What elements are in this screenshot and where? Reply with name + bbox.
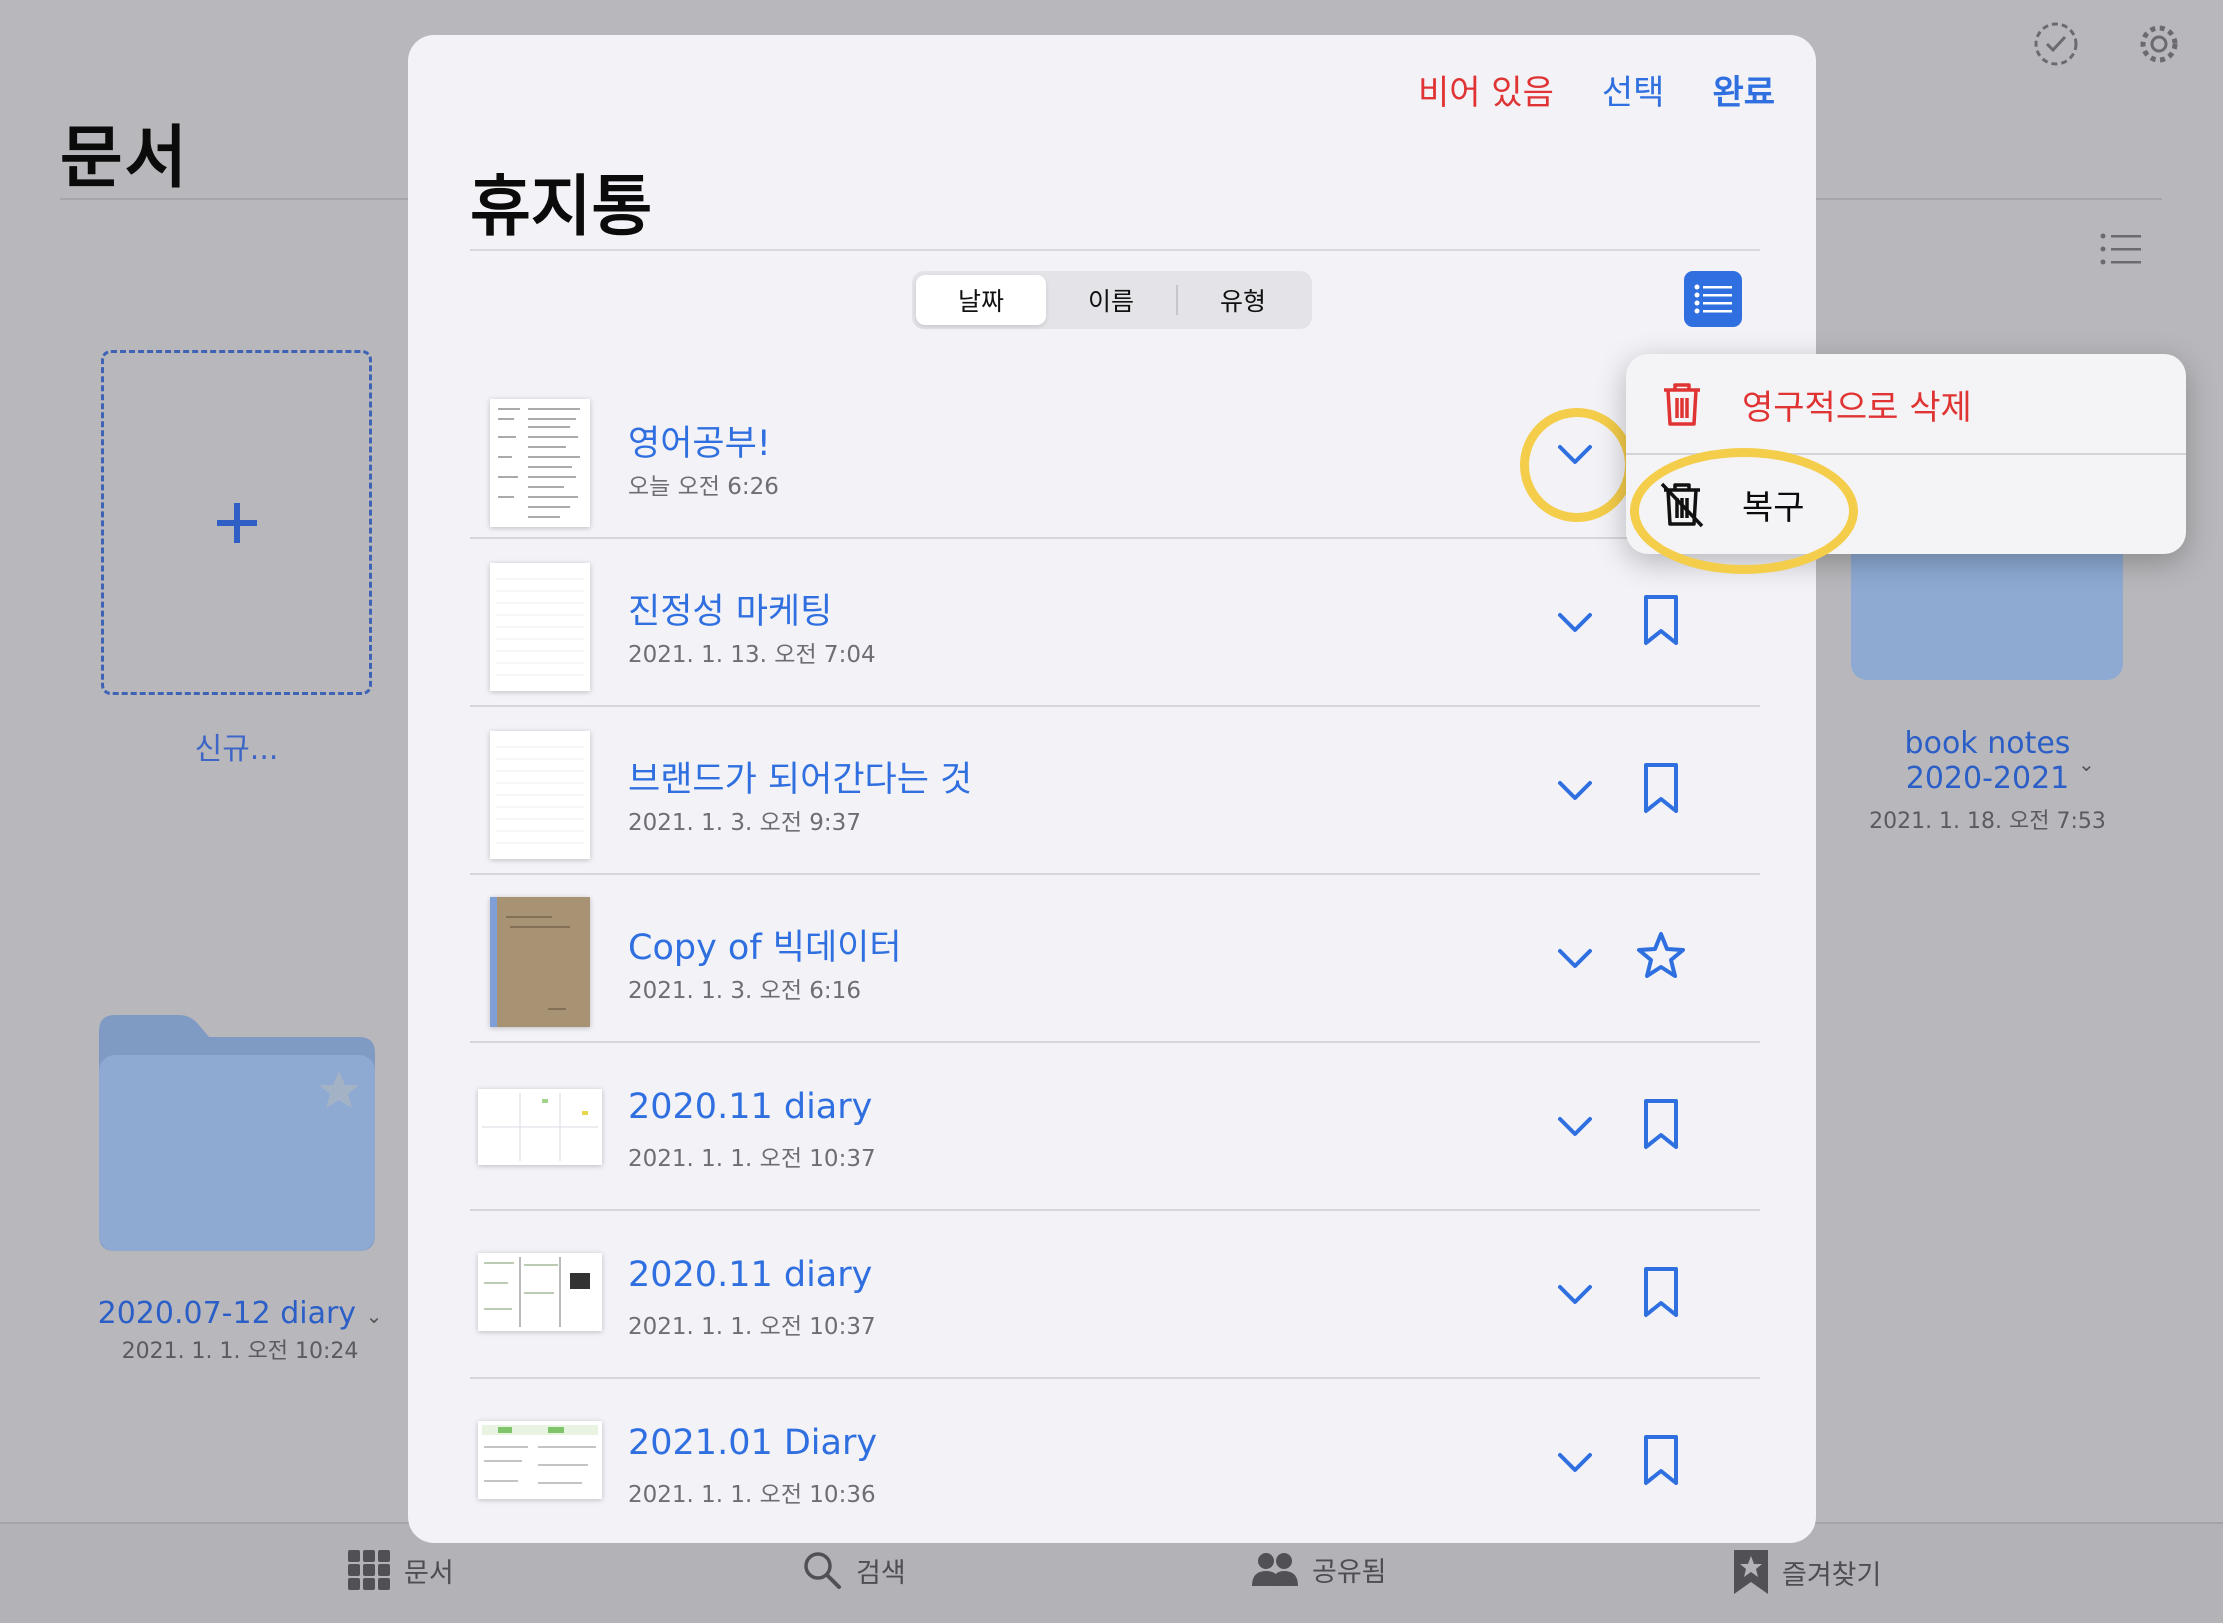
empty-trash-button[interactable]: 비어 있음 bbox=[1418, 65, 1554, 114]
bookmark-star-icon bbox=[1734, 1550, 1768, 1594]
document-title: 진정성 마케팅 bbox=[628, 592, 833, 632]
modal-actions: 비어 있음 선택 완료 bbox=[1418, 65, 1775, 114]
delete-permanently-menu-item[interactable]: 영구적으로 삭제 bbox=[1626, 354, 2186, 454]
document-thumbnail bbox=[490, 563, 590, 691]
document-title: Copy of 빅데이터 bbox=[628, 928, 902, 968]
document-thumbnail bbox=[490, 399, 590, 527]
grid-icon bbox=[348, 1550, 390, 1590]
document-date: 2021. 1. 1. 오전 10:37 bbox=[628, 1314, 876, 1340]
select-check-icon[interactable] bbox=[2032, 20, 2080, 68]
document-date: 2021. 1. 1. 오전 10:36 bbox=[628, 1482, 876, 1508]
document-title: 영어공부! bbox=[628, 424, 771, 464]
document-title: 2020.11 diary bbox=[628, 1087, 873, 1127]
list-item[interactable]: Copy of 빅데이터 2021. 1. 3. 오전 6:16 bbox=[470, 875, 1760, 1043]
page-title: 휴지통 bbox=[470, 168, 653, 245]
highlight-ellipse bbox=[1630, 448, 1858, 574]
document-date: 오늘 오전 6:26 bbox=[628, 474, 779, 500]
chevron-down-icon[interactable] bbox=[1550, 1437, 1600, 1487]
view-list-icon[interactable] bbox=[2100, 232, 2142, 266]
tab-documents[interactable]: 문서 bbox=[348, 1550, 454, 1590]
list-item[interactable]: 2020.11 diary 2021. 1. 1. 오전 10:37 bbox=[470, 1211, 1760, 1379]
list-item[interactable]: 2021.01 Diary 2021. 1. 1. 오전 10:36 bbox=[470, 1379, 1760, 1543]
tab-search[interactable]: 검색 bbox=[802, 1550, 906, 1590]
folder-date: 2021. 1. 1. 오전 10:24 bbox=[121, 1339, 359, 1364]
document-date: 2021. 1. 3. 오전 9:37 bbox=[628, 810, 861, 836]
document-thumbnail bbox=[478, 1421, 602, 1499]
chevron-down-icon[interactable] bbox=[1550, 1101, 1600, 1151]
highlight-circle bbox=[1520, 408, 1634, 522]
document-thumbnail bbox=[490, 731, 590, 859]
folder-icon[interactable] bbox=[99, 1015, 375, 1251]
document-thumbnail bbox=[478, 1253, 602, 1331]
sort-segmented-control: 날짜 이름 유형 bbox=[912, 271, 1312, 329]
document-date: 2021. 1. 1. 오전 10:37 bbox=[628, 1146, 876, 1172]
document-date: 2021. 1. 3. 오전 6:16 bbox=[628, 978, 861, 1004]
done-button[interactable]: 완료 bbox=[1712, 65, 1775, 114]
chevron-down-icon[interactable] bbox=[1550, 1269, 1600, 1319]
chevron-down-icon[interactable] bbox=[1550, 933, 1600, 983]
chevron-down-icon[interactable] bbox=[1550, 765, 1600, 815]
tab-shared[interactable]: 공유됨 bbox=[1252, 1550, 1387, 1589]
select-button[interactable]: 선택 bbox=[1602, 65, 1665, 114]
chevron-down-icon[interactable]: ⌄ bbox=[2078, 752, 2095, 776]
document-title: 2021.01 Diary bbox=[628, 1423, 878, 1463]
list-item[interactable]: 2020.11 diary 2021. 1. 1. 오전 10:37 bbox=[470, 1043, 1760, 1211]
folder-icon[interactable] bbox=[1851, 540, 2123, 680]
trash-modal: 비어 있음 선택 완료 휴지통 날짜 이름 유형 영어공부! 오늘 오전 6:2… bbox=[408, 35, 1816, 1543]
notebook-cover-thumbnail bbox=[490, 897, 590, 1027]
chevron-down-icon: ⌄ bbox=[365, 1304, 383, 1328]
plus-icon bbox=[216, 502, 257, 543]
folder-name[interactable]: 2020.07-12 diary ⌄ bbox=[80, 1296, 400, 1331]
list-view-button[interactable] bbox=[1684, 271, 1742, 327]
document-title: 브랜드가 되어간다는 것 bbox=[628, 760, 973, 800]
tab-favorites[interactable]: 즐겨찾기 bbox=[1734, 1550, 1881, 1594]
search-icon bbox=[804, 1552, 841, 1589]
star-icon[interactable] bbox=[1636, 929, 1686, 983]
trash-icon bbox=[1664, 383, 1700, 426]
list-item[interactable]: 브랜드가 되어간다는 것 2021. 1. 3. 오전 9:37 bbox=[470, 707, 1760, 875]
delete-permanently-label: 영구적으로 삭제 bbox=[1742, 387, 1972, 428]
bookmark-icon[interactable] bbox=[1636, 1433, 1686, 1487]
sort-by-name[interactable]: 이름 bbox=[1046, 275, 1176, 325]
document-title: 2020.11 diary bbox=[628, 1255, 873, 1295]
title-divider bbox=[470, 249, 1760, 251]
list-icon bbox=[1694, 284, 1732, 314]
sort-by-date[interactable]: 날짜 bbox=[916, 275, 1046, 325]
bookmark-icon[interactable] bbox=[1636, 1265, 1686, 1319]
new-document-label: 신규... bbox=[194, 732, 279, 767]
bookmark-icon[interactable] bbox=[1636, 1097, 1686, 1151]
bookmark-icon[interactable] bbox=[1636, 593, 1686, 647]
document-date: 2021. 1. 13. 오전 7:04 bbox=[628, 642, 876, 668]
people-icon bbox=[1252, 1552, 1298, 1586]
bookmark-icon[interactable] bbox=[1636, 761, 1686, 815]
new-document-button[interactable] bbox=[101, 350, 372, 695]
sort-by-type[interactable]: 유형 bbox=[1178, 275, 1308, 325]
folder-name[interactable]: book notes 2020-2021 bbox=[1830, 726, 2145, 796]
documents-title: 문서 bbox=[60, 119, 190, 198]
document-thumbnail bbox=[478, 1089, 602, 1165]
list-item[interactable]: 진정성 마케팅 2021. 1. 13. 오전 7:04 bbox=[470, 539, 1760, 707]
gear-icon[interactable] bbox=[2135, 20, 2183, 68]
folder-date: 2021. 1. 18. 오전 7:53 bbox=[1869, 809, 2106, 834]
chevron-down-icon[interactable] bbox=[1550, 597, 1600, 647]
